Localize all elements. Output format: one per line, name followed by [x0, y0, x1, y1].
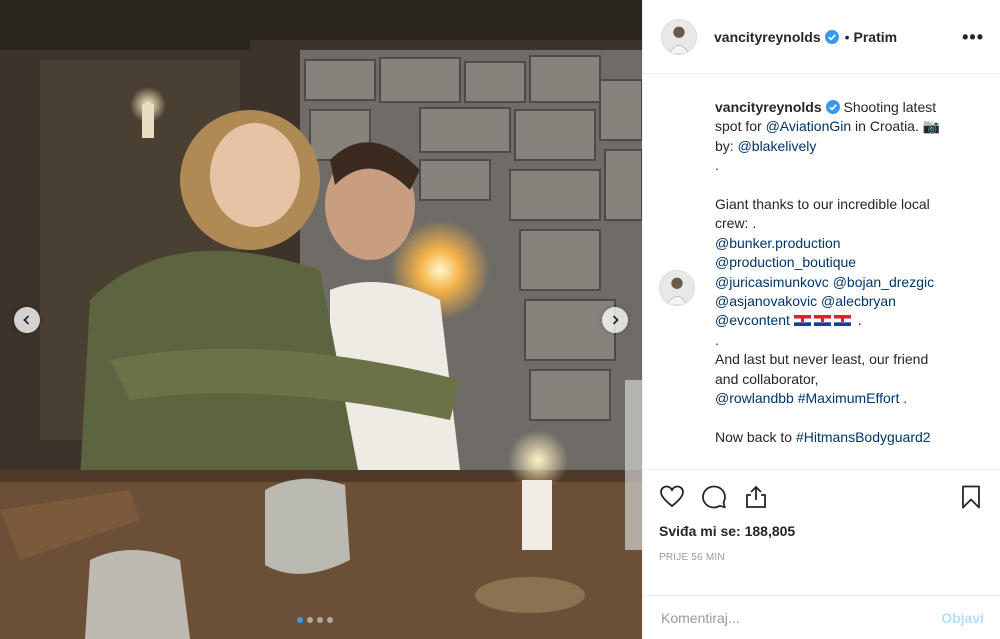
croatia-flag-icon [813, 315, 831, 327]
caption-text-segment: . [715, 331, 719, 348]
caption-text-segment: Now back to [715, 428, 796, 445]
caption-text-segment: by: [715, 137, 738, 154]
caption: vancityreynolds Shooting latest spot for … [659, 98, 984, 447]
carousel-dot [297, 617, 303, 623]
caption-text-segment: . [853, 312, 862, 329]
hashtag-link[interactable]: #MaximumEffort [798, 390, 900, 406]
post-username[interactable]: vancityreynolds [714, 29, 821, 45]
likes-count[interactable]: Sviđa mi se: 188,805 [659, 523, 984, 539]
caption-line: @juricasimunkovc @bojan_drezgic [715, 273, 961, 292]
separator-bullet: • [844, 28, 850, 45]
heart-icon [660, 485, 684, 508]
caption-line: crew: . [715, 214, 961, 233]
caption-line: spot for @AviationGin in Croatia. 📷 [715, 117, 961, 136]
mention-link[interactable]: @juricasimunkovc [715, 274, 829, 290]
caption-text-segment: . [899, 390, 908, 407]
croatia-flag-icon [793, 315, 811, 327]
add-comment-bar: Objavi [643, 595, 1000, 639]
share-button[interactable] [743, 484, 769, 510]
mention-link[interactable]: @bunker.production [715, 235, 841, 251]
mention-link[interactable]: @alecbryan [821, 293, 896, 309]
carousel-dot [327, 617, 333, 623]
caption-line: @evcontent . [715, 311, 961, 330]
post-timestamp[interactable]: PRIJE 56 MIN [659, 552, 984, 563]
caption-line: @asjanovakovic @alecbryan [715, 292, 961, 311]
carousel-next-button[interactable] [602, 307, 628, 333]
more-horizontal-icon[interactable]: ••• [962, 28, 984, 46]
caption-line: And last but never least, our friend [715, 350, 961, 369]
like-button[interactable] [659, 484, 685, 510]
caption-text-segment: Giant thanks to our incredible local [715, 196, 930, 213]
publish-button[interactable]: Objavi [941, 610, 984, 626]
chevron-right-icon [612, 315, 619, 325]
comment-icon [702, 485, 726, 509]
save-button[interactable] [958, 484, 984, 510]
mention-link[interactable]: @rowlandbb [715, 390, 794, 406]
caption-text-segment: . [715, 157, 719, 174]
caption-line: . [715, 156, 961, 175]
post-sidebar: vancityreynolds • Pratim ••• vancityreyn… [642, 0, 1000, 639]
caption-line: Giant thanks to our incredible local [715, 195, 961, 214]
verified-badge-icon [825, 100, 840, 114]
caption-text-segment: Shooting latest [843, 99, 937, 115]
caption-text-segment: crew: . [715, 215, 757, 232]
mention-link[interactable]: @AviationGin [766, 118, 852, 134]
caption-text-segment: spot for [715, 118, 766, 135]
chevron-left-icon [23, 315, 30, 325]
mention-link[interactable]: @asjanovakovic [715, 293, 817, 309]
post-photo[interactable] [0, 0, 642, 639]
caption-text: vancityreynolds Shooting latest spot for … [715, 98, 961, 447]
action-bar: Sviđa mi se: 188,805 PRIJE 56 MIN [643, 469, 1000, 595]
post-header: vancityreynolds • Pratim ••• [643, 0, 1000, 74]
caption-first-line: vancityreynolds Shooting latest [715, 98, 961, 117]
carousel-prev-button[interactable] [14, 307, 40, 333]
caption-line: . [715, 331, 961, 350]
bookmark-icon [962, 485, 980, 509]
scroll-fade [643, 461, 1000, 469]
follow-button[interactable]: Pratim [854, 29, 898, 45]
caption-line: @bunker.production [715, 234, 961, 253]
mention-link[interactable]: @blakelively [738, 138, 817, 154]
action-icons [659, 482, 984, 512]
caption-text-segment: And last but never least, our friend [715, 351, 929, 368]
share-icon [746, 485, 766, 508]
photo-scene [0, 0, 642, 639]
caption-text-segment: in Croatia. 📷 [851, 118, 941, 135]
croatia-flag-icon [833, 315, 851, 327]
caption-line: by: @blakelively [715, 137, 961, 156]
caption-line: @production_boutique [715, 253, 961, 272]
mention-link[interactable]: @evcontent [715, 312, 790, 328]
mention-link[interactable]: @production_boutique [715, 254, 856, 270]
caption-line [715, 176, 961, 195]
instagram-post: vancityreynolds • Pratim ••• vancityreyn… [0, 0, 1000, 639]
comment-button[interactable] [701, 484, 727, 510]
caption-username[interactable]: vancityreynolds [715, 99, 822, 115]
carousel-indicator [297, 617, 333, 623]
verified-badge-icon [824, 29, 839, 44]
carousel-dot [317, 617, 323, 623]
caption-text-segment: and collaborator, [715, 370, 819, 387]
avatar[interactable] [661, 18, 697, 55]
mention-link[interactable]: @bojan_drezgic [833, 274, 934, 290]
comment-input[interactable] [661, 609, 942, 626]
caption-line: Now back to #HitmansBodyguard2 [715, 428, 961, 447]
caption-line: and collaborator, [715, 370, 961, 389]
carousel-dot [307, 617, 313, 623]
comments-section: vancityreynolds Shooting latest spot for … [643, 74, 1000, 469]
caption-line [715, 408, 961, 427]
caption-line: @rowlandbb #MaximumEffort . [715, 389, 961, 408]
hashtag-link[interactable]: #HitmansBodyguard2 [796, 429, 931, 445]
caption-avatar[interactable] [659, 270, 695, 306]
